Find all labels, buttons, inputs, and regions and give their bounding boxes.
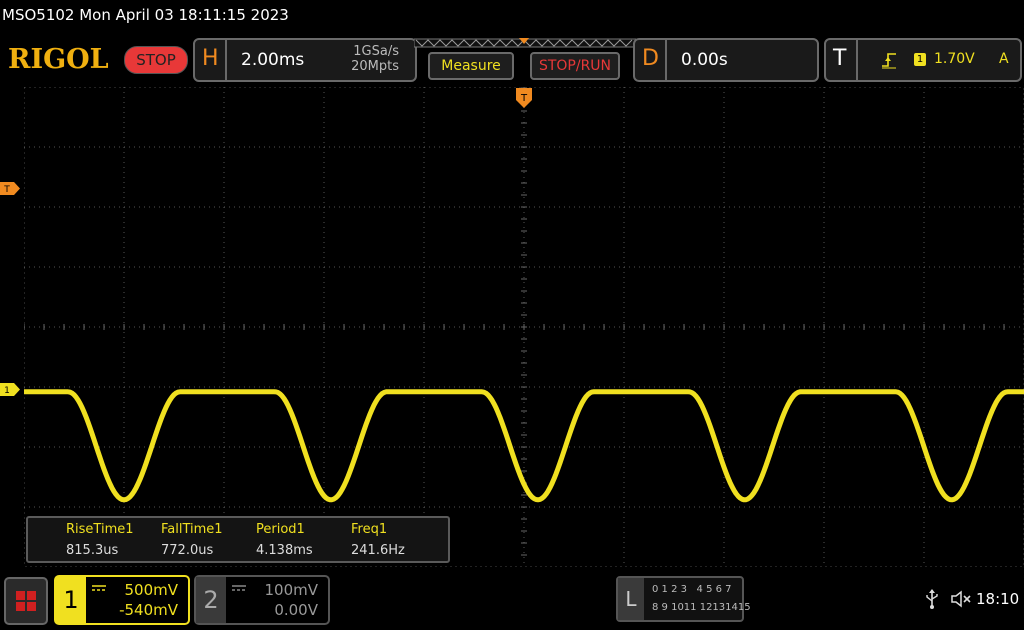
trigger-source-badge: 1 [914, 53, 926, 66]
trigger-position-strip [414, 38, 636, 48]
memory-depth: 20Mpts [351, 59, 399, 74]
stop-run-button[interactable]: STOP/RUN [530, 52, 620, 80]
menu-grid-icon [27, 591, 36, 600]
main-menu-button[interactable] [4, 577, 48, 625]
bottom-status-bar: 1 500mV -540mV 2 100mV 0.00V L 0 1 2 3 4… [0, 572, 1024, 630]
sample-rate: 1GSa/s [353, 44, 399, 59]
ch1-number: 1 [56, 577, 86, 623]
measurement-label: FallTime1 [161, 522, 223, 537]
trigger-position-label: T [520, 93, 528, 104]
system-clock: 18:10 [976, 590, 1020, 608]
graticule [24, 87, 1024, 567]
title-bar: MSO5102 Mon April 03 18:11:15 2023 [0, 0, 1024, 32]
brand-logo: RIGOL [8, 44, 109, 75]
ch1-offset-marker[interactable]: 1 [0, 383, 20, 396]
measurement-value: 815.3us [66, 543, 119, 558]
measurement-label: Freq1 [351, 522, 388, 537]
horizontal-panel[interactable]: H 2.00ms 1GSa/s 20Mpts [193, 38, 417, 82]
measurement-label: Period1 [256, 522, 305, 537]
logic-analyzer-panel[interactable]: L 0 1 2 3 4 5 6 7 8 9 1011 12131415 [616, 576, 751, 622]
measurement-rise-time: RiseTime1 815.3us [66, 522, 134, 558]
menu-grid-icon [27, 602, 36, 611]
ch2-offset: 0.00V [274, 601, 318, 619]
ch2-panel[interactable]: 2 100mV 0.00V [194, 575, 330, 625]
sound-muted-icon[interactable] [950, 589, 972, 609]
panel-divider [665, 40, 667, 80]
ch1-marker-label: 1 [4, 386, 10, 396]
digital-channels-row-2: 8 9 1011 12131415 [652, 602, 751, 613]
rising-edge-icon [882, 53, 896, 69]
ch1-offset: -540mV [119, 601, 178, 619]
measurement-period: Period1 4.138ms [256, 522, 313, 558]
measurement-value: 772.0us [161, 543, 214, 558]
dc-coupling-icon [232, 585, 246, 591]
trigger-level-marker[interactable]: T [0, 182, 20, 195]
dc-coupling-icon [92, 585, 106, 591]
trigger-position-marker[interactable]: T [516, 88, 532, 110]
sample-info: 1GSa/s 20Mpts [351, 44, 399, 74]
trigger-level: 1.70V [934, 51, 975, 67]
delay-panel[interactable]: D 0.00s [633, 38, 819, 82]
measurement-panel[interactable]: RiseTime1 815.3us FallTime1 772.0us Peri… [26, 516, 450, 563]
trigger-marker-label: T [3, 185, 10, 195]
measure-button[interactable]: Measure [428, 52, 514, 80]
waveform-display[interactable] [24, 87, 1024, 567]
measurement-label: RiseTime1 [66, 522, 134, 537]
measurement-value: 241.6Hz [351, 543, 405, 558]
digital-channels-row-1: 0 1 2 3 4 5 6 7 [652, 584, 732, 595]
trigger-letter: T [833, 46, 847, 71]
trigger-panel[interactable]: T 1 1.70V A [824, 38, 1022, 82]
ch2-scale: 100mV [264, 581, 318, 599]
device-title: MSO5102 Mon April 03 18:11:15 2023 [2, 6, 289, 24]
menu-grid-icon [16, 591, 25, 600]
delay-value: 0.00s [681, 50, 728, 70]
top-control-bar: RIGOL STOP H 2.00ms 1GSa/s 20Mpts Measur… [0, 36, 1024, 84]
measurement-value: 4.138ms [256, 543, 313, 558]
menu-grid-icon [16, 602, 25, 611]
panel-divider [225, 40, 227, 80]
timebase-value: 2.00ms [241, 50, 305, 70]
ch1-scale: 500mV [124, 581, 178, 599]
logic-analyzer-letter: L [618, 578, 644, 620]
ch1-panel[interactable]: 1 500mV -540mV [54, 575, 190, 625]
measurement-fall-time: FallTime1 772.0us [161, 522, 223, 558]
run-status-badge[interactable]: STOP [124, 46, 188, 74]
usb-icon [926, 589, 938, 609]
ch2-number: 2 [196, 577, 226, 623]
panel-divider [856, 40, 858, 80]
measurement-frequency: Freq1 241.6Hz [351, 522, 405, 558]
trigger-mode: A [999, 51, 1009, 67]
horizontal-letter: H [202, 46, 219, 71]
delay-letter: D [642, 46, 659, 71]
